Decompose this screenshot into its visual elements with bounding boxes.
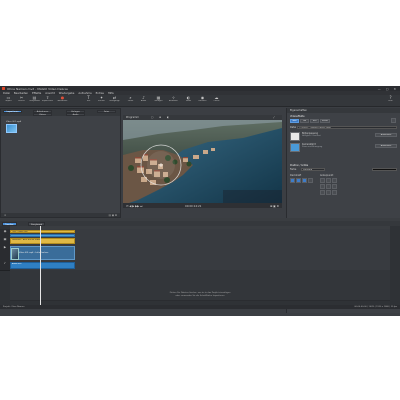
align-top-icon[interactable] xyxy=(308,178,313,183)
effect-1-sub: Helligkeit / Kontrast xyxy=(302,135,321,137)
burn-button[interactable]: ◉ Brennen xyxy=(196,96,209,105)
video-track-icon[interactable]: ▶ xyxy=(3,246,7,249)
stabilize-button[interactable]: ⊹ Bildstabil. xyxy=(167,96,180,105)
status-bar: Projekt: Ohne Namen 00:00:00:00 | 100% |… xyxy=(0,305,400,309)
subtitle-clip[interactable]: Untertitel - Blick auf die Stadt xyxy=(10,238,75,244)
speaker-icon[interactable]: ♪ xyxy=(3,262,7,265)
safe-area-icon[interactable]: ▢ xyxy=(151,116,153,119)
anchor-label: Ankerpunkt xyxy=(320,174,334,177)
templates-button[interactable]: ▦ Vorlagen xyxy=(152,96,165,105)
effect-2-sub: Zoom und Bewegung xyxy=(302,146,323,148)
transport-controls[interactable]: ⏮ ◀ ▶ ▶▶ ⏭ xyxy=(126,204,143,208)
record-button[interactable]: ● Aufnahme xyxy=(56,96,69,105)
effect-1-apply-button[interactable]: Anwenden xyxy=(375,133,397,137)
online-button[interactable]: ☁ Online xyxy=(210,96,223,105)
export-button[interactable]: ⇪ Exportieren xyxy=(41,96,54,105)
tab-timeline[interactable]: Timeline xyxy=(2,221,17,226)
effects-button[interactable]: ✦ Effekte xyxy=(95,96,108,105)
media-pool-tabs: Importieren Aufnahmen Vorlagen Fotos Vid… xyxy=(1,109,120,116)
tab-audio[interactable]: Audio xyxy=(66,112,85,116)
help-button[interactable]: ? Hilfe xyxy=(384,96,397,105)
effect-thumb-1 xyxy=(290,132,300,141)
properties-title: Eigenschaften xyxy=(290,109,307,112)
tab-import[interactable]: Importieren xyxy=(3,109,22,113)
contrast-icon[interactable]: ◐ xyxy=(167,116,169,119)
effect-thumb-2 xyxy=(290,143,300,152)
lake-town-aerial-image xyxy=(123,120,282,205)
position-section-title: Position / Größe xyxy=(290,164,309,167)
video-clip[interactable]: Video 001.mp4 - Luftaufnahme xyxy=(10,246,75,260)
anchor-ml-icon[interactable] xyxy=(320,184,325,189)
anchor-br-icon[interactable] xyxy=(332,190,337,195)
import-button[interactable]: ▭ Import xyxy=(2,96,15,105)
transitions-button[interactable]: ⇄ Übergänge xyxy=(108,96,121,105)
align-left-icon[interactable] xyxy=(290,178,295,183)
align-right-icon[interactable] xyxy=(302,178,307,183)
playhead[interactable] xyxy=(40,226,41,306)
timeline-panel: Timeline Storyboard ◉ Titel: Comer See ▣… xyxy=(0,221,400,309)
color-swatch[interactable] xyxy=(372,168,397,171)
properties-tab-image[interactable]: Bild xyxy=(290,119,299,123)
media-pool-footer: ≡ ▤ ▣ ⊞ xyxy=(1,213,120,217)
properties-header: Eigenschaften xyxy=(287,108,400,113)
zoom-in-icon[interactable]: ⊕ xyxy=(159,116,161,119)
anchor-tl-icon[interactable] xyxy=(320,178,325,183)
text-button[interactable]: T Text xyxy=(82,96,95,105)
track-header-3[interactable]: ▶ xyxy=(0,245,10,262)
anchor-bl-icon[interactable] xyxy=(320,190,325,195)
media-clip-name: Video 001.mp4 xyxy=(6,121,22,123)
properties-tab-sound[interactable]: Ton xyxy=(300,119,309,123)
anchor-mr-icon[interactable] xyxy=(332,184,337,189)
color-button[interactable]: ◐ Farbe xyxy=(182,96,195,105)
file-path-field[interactable]: C:\Users\...\Videos\Clip001.mp4 xyxy=(297,126,397,129)
preview-view-options[interactable]: ⊞ ▣ ⚙ xyxy=(270,204,279,208)
properties-settings-icon[interactable] xyxy=(391,118,396,123)
anchor-tc-icon[interactable] xyxy=(326,178,331,183)
anchor-bc-icon[interactable] xyxy=(326,190,331,195)
fullscreen-icon[interactable]: ⤢ xyxy=(273,116,275,119)
lock-icon[interactable]: ▣ xyxy=(3,238,7,241)
effect-2-apply-button[interactable]: Anwenden xyxy=(375,144,397,148)
app-window: Ohne Namen.mvd - MAGIX Video Deluxe — ▢ … xyxy=(0,86,400,316)
preview-mode-label[interactable]: Programm xyxy=(126,116,139,119)
drop-hint-line2: oder verwenden Sie die Schaltfläche Impo… xyxy=(175,295,225,297)
media-pool-panel: Importieren Aufnahmen Vorlagen Fotos Vid… xyxy=(0,108,121,218)
audio-clip[interactable]: Audio 001 xyxy=(10,262,75,269)
track-3: Video 001.mp4 - Luftaufnahme xyxy=(10,245,390,262)
tab-storyboard[interactable]: Storyboard xyxy=(28,221,46,226)
track-header-4[interactable]: ♪ xyxy=(0,261,10,271)
drop-hint-line1: Ziehen Sie Dateien hierher, um sie in da… xyxy=(169,292,231,294)
color-label: Farbe xyxy=(290,168,297,171)
anchor-mc-icon[interactable] xyxy=(326,184,331,189)
properties-section-title: Videoeffekte xyxy=(290,115,305,118)
preview-video-frame[interactable] xyxy=(123,120,282,205)
window-title: Ohne Namen.mvd - MAGIX Video Deluxe xyxy=(7,86,68,91)
tab-videos[interactable]: Videos xyxy=(33,112,52,116)
preview-timecode: 00:00:14:21 xyxy=(185,203,202,208)
file-label: Datei xyxy=(290,126,297,129)
color-select[interactable]: Standard xyxy=(301,168,325,171)
app-logo-icon xyxy=(2,87,5,90)
media-clip-thumbnail[interactable] xyxy=(6,124,17,133)
opacity-label: Deckkraft xyxy=(290,174,302,177)
zoom-button[interactable]: ⌕ Zoom xyxy=(124,96,137,105)
storyboard-button[interactable]: ▤ Storyboard xyxy=(28,96,41,105)
audio-button[interactable]: ♪ Audio xyxy=(137,96,150,105)
preview-transport-bar: ⏮ ◀ ▶ ▶▶ ⏭ 00:00:14:21 ⊞ ▣ ⚙ xyxy=(123,203,282,208)
video-clip-thumbnail xyxy=(11,248,19,260)
video-preview-panel: Programm ▢ ⊕ ◐ ⤢ ⏮ ◀ ▶ ▶▶ ⏭ 00:00:14:21 … xyxy=(123,115,282,208)
main-toolbar: ▭ Import ✂ Schnitt ▤ Storyboard ⇪ Exportiere… xyxy=(0,95,400,107)
anchor-tr-icon[interactable] xyxy=(332,178,337,183)
status-info: 00:00:00:00 | 100% | 1920 x 1080 | 25 fp… xyxy=(354,305,397,308)
properties-tab-effect[interactable]: Effekt xyxy=(320,119,330,123)
cut-button[interactable]: ✂ Schnitt xyxy=(15,96,28,105)
properties-tab-text[interactable]: Text xyxy=(310,119,319,123)
align-center-icon[interactable] xyxy=(296,178,301,183)
view-mode-icons[interactable]: ▤ ▣ ⊞ xyxy=(109,214,117,217)
eye-icon[interactable]: ◉ xyxy=(3,230,7,233)
tab-photos[interactable]: Fotos xyxy=(97,109,116,113)
list-view-icon[interactable]: ≡ xyxy=(4,214,6,217)
window-controls[interactable]: — ▢ ✕ xyxy=(378,87,398,91)
status-project: Projekt: Ohne Namen xyxy=(3,305,25,308)
